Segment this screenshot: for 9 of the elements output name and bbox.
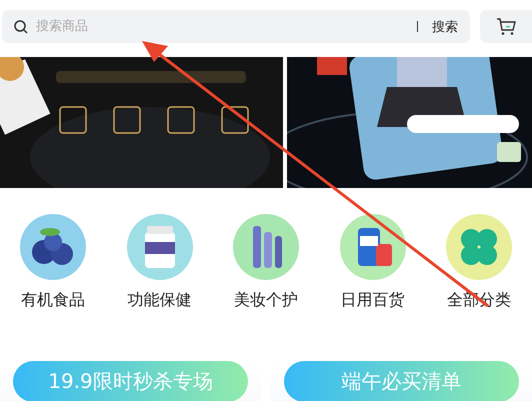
category-item[interactable]: 日用百货 — [320, 214, 426, 311]
category-item[interactable]: 功能保健 — [106, 214, 212, 311]
cart-button[interactable] — [480, 10, 532, 43]
category-item[interactable]: 有机食品 — [0, 214, 106, 311]
search-button[interactable]: 搜索 — [432, 18, 458, 36]
search-icon — [14, 20, 28, 34]
search-field[interactable]: 搜索商品 搜索 — [2, 10, 470, 43]
category-item[interactable]: 美妆个护 — [213, 214, 319, 311]
cart-icon — [496, 18, 516, 36]
